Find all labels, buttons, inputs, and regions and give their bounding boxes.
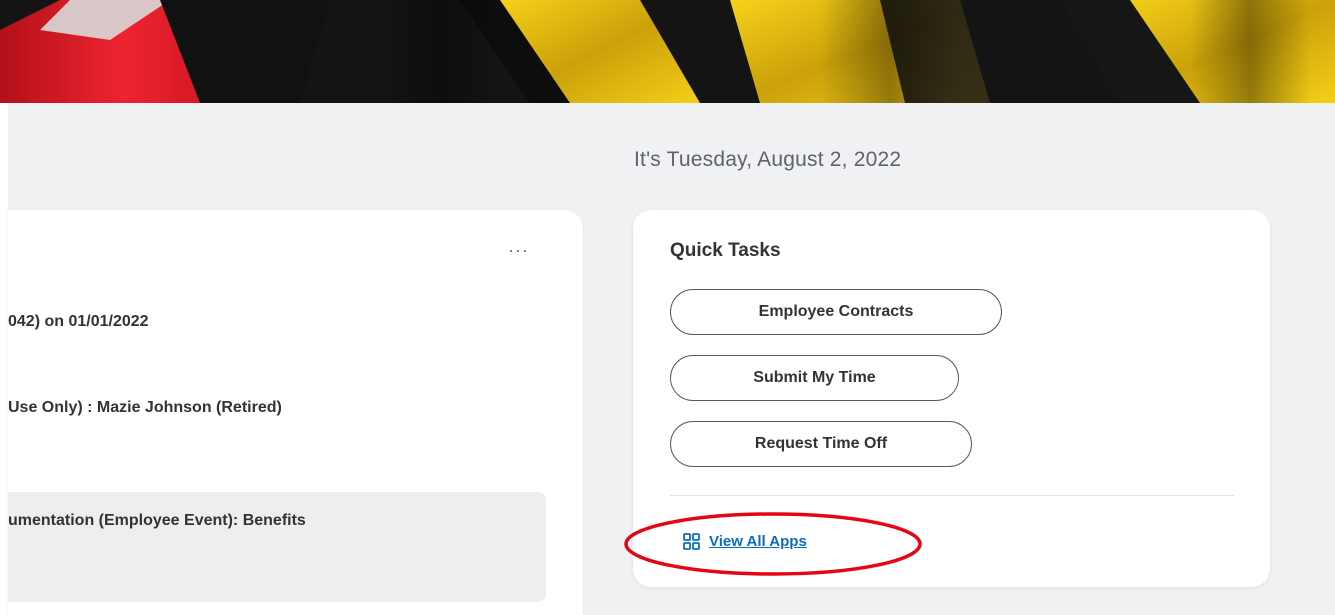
quick-tasks-divider — [670, 495, 1234, 496]
maryland-flag-banner — [0, 0, 1335, 103]
inbox-item-1[interactable]: 042) on 01/01/2022 — [8, 313, 149, 331]
view-all-apps-link[interactable]: View All Apps — [683, 533, 807, 550]
employee-contracts-button[interactable]: Employee Contracts — [670, 289, 1002, 335]
date-greeting: It's Tuesday, August 2, 2022 — [634, 148, 902, 171]
request-time-off-button[interactable]: Request Time Off — [670, 421, 972, 467]
inbox-item-3[interactable]: umentation (Employee Event): Benefits — [8, 512, 306, 530]
header-banner — [0, 0, 1335, 103]
submit-my-time-button[interactable]: Submit My Time — [670, 355, 959, 401]
inbox-item-2[interactable]: Use Only) : Mazie Johnson (Retired) — [8, 399, 282, 417]
view-all-apps-label: View All Apps — [709, 533, 807, 550]
more-options-button[interactable]: ··· — [508, 240, 529, 261]
inbox-item-selected[interactable] — [8, 492, 546, 602]
quick-tasks-title: Quick Tasks — [670, 240, 781, 261]
grid-icon — [683, 533, 700, 550]
